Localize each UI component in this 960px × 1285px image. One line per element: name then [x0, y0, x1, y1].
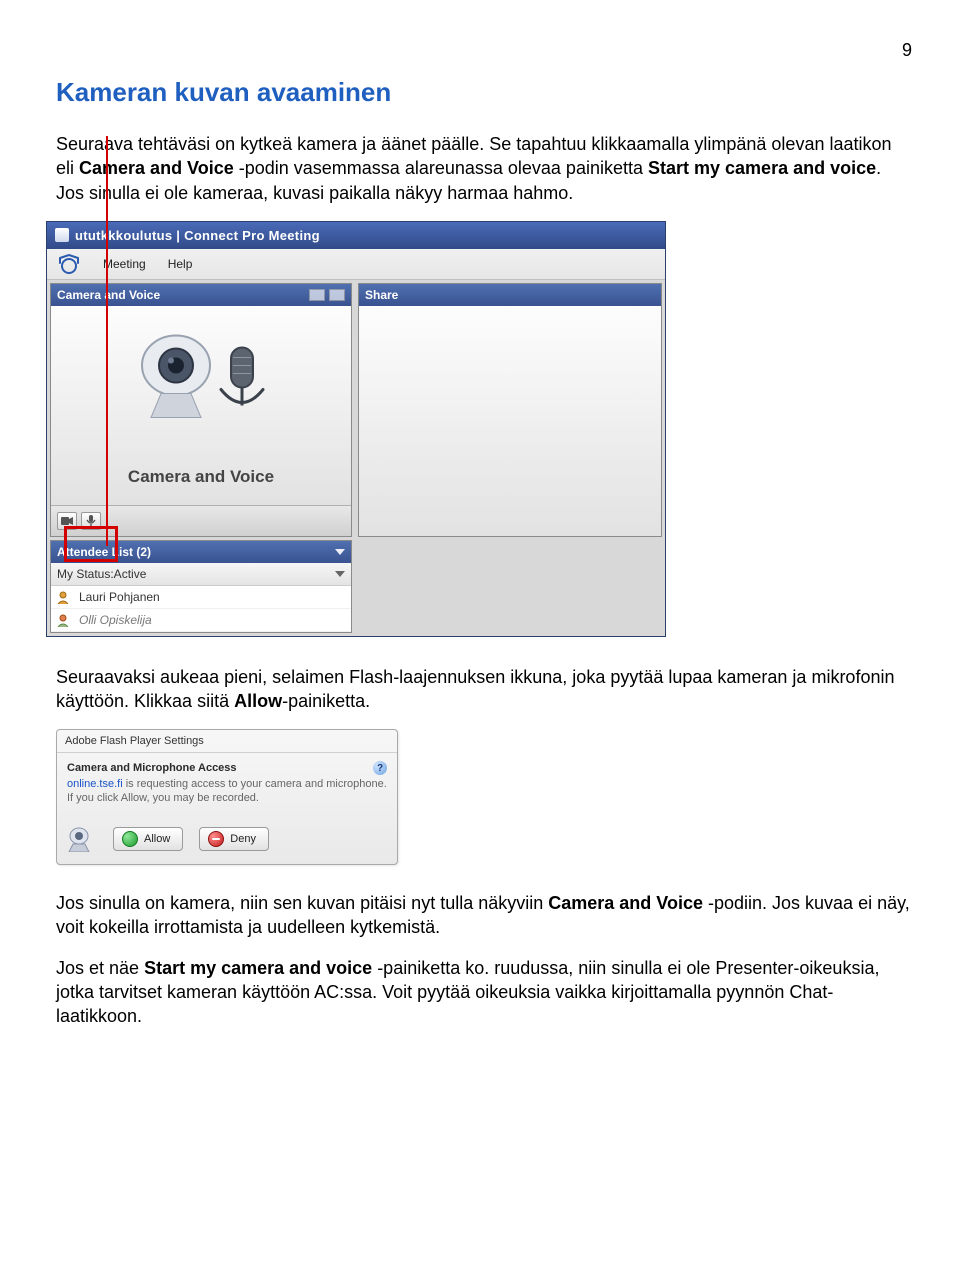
pod-title: Camera and Voice [57, 288, 160, 302]
menu-help[interactable]: Help [158, 253, 203, 275]
chevron-down-icon[interactable] [335, 549, 345, 555]
camera-icon [61, 516, 73, 526]
menu-meeting[interactable]: Meeting [93, 253, 156, 275]
callout-line [106, 136, 108, 546]
presenter-icon [57, 590, 73, 604]
dialog-buttons: Allow Deny [67, 822, 387, 856]
page-number: 9 [56, 40, 912, 61]
request-host-link: online.tse.fi [67, 778, 123, 790]
text: Jos sinulla on kamera, niin sen kuvan pi… [56, 893, 548, 913]
end-paragraph-1: Jos sinulla on kamera, niin sen kuvan pi… [56, 891, 912, 940]
text-bold: Allow [234, 691, 282, 711]
text-bold: Start my camera and voice [648, 158, 876, 178]
pod-body [359, 306, 661, 536]
attendee-name: Lauri Pohjanen [79, 590, 160, 604]
chevron-down-icon [335, 571, 345, 577]
window-titlebar: ututkkkoulutus | Connect Pro Meeting [47, 222, 665, 249]
text-bold: Camera and Voice [548, 893, 703, 913]
window-title: ututkkkoulutus | Connect Pro Meeting [75, 228, 320, 243]
attendee-list: Lauri Pohjanen Olli Opiskelija [51, 586, 351, 632]
screenshot-1: ututkkkoulutus | Connect Pro Meeting Mee… [46, 221, 686, 637]
pod-header: Share [359, 284, 661, 306]
flash-settings-dialog: Adobe Flash Player Settings Camera and M… [56, 729, 398, 865]
my-status-row[interactable]: My Status:Active [51, 563, 351, 586]
button-label: Allow [144, 833, 170, 845]
dialog-body-text: online.tse.fi is requesting access to yo… [67, 778, 387, 806]
app-icon [55, 228, 69, 242]
intro-paragraph: Seuraava tehtäväsi on kytkeä kamera ja ä… [56, 132, 912, 205]
allow-dot-icon [122, 831, 138, 847]
end-paragraph-2: Jos et näe Start my camera and voice -pa… [56, 956, 912, 1029]
page-title: Kameran kuvan avaaminen [56, 77, 912, 108]
text: Jos et näe [56, 958, 144, 978]
pod-hide-icon[interactable] [329, 289, 345, 301]
pod-caption: Camera and Voice [51, 467, 351, 487]
button-label: Deny [230, 833, 256, 845]
attendee-name: Olli Opiskelija [79, 613, 152, 627]
pod-header-controls [309, 289, 345, 301]
menu-bar: Meeting Help [47, 249, 665, 280]
allow-button[interactable]: Allow [113, 827, 183, 851]
status-label: My Status:Active [57, 567, 146, 581]
dialog-title: Adobe Flash Player Settings [57, 730, 397, 753]
pod-options-icon[interactable] [309, 289, 325, 301]
webcam-mic-illustration [121, 325, 281, 438]
participant-icon [57, 613, 73, 627]
brand-icon [55, 252, 83, 276]
dialog-subtitle-row: Camera and Microphone Access ? [67, 761, 387, 775]
deny-dot-icon [208, 831, 224, 847]
text: -podin vasemmassa alareunassa olevaa pai… [234, 158, 648, 178]
pod-header: Camera and Voice [51, 284, 351, 306]
camera-and-voice-pod: Camera and Voice [50, 283, 352, 537]
list-item[interactable]: Lauri Pohjanen [51, 586, 351, 609]
help-icon[interactable]: ? [373, 761, 387, 775]
connect-pro-app: ututkkkoulutus | Connect Pro Meeting Mee… [46, 221, 666, 637]
share-pod: Share [358, 283, 662, 537]
text: -painiketta. [282, 691, 370, 711]
middle-paragraph: Seuraavaksi aukeaa pieni, selaimen Flash… [56, 665, 912, 714]
text-bold: Start my camera and voice [144, 958, 372, 978]
text-bold: Camera and Voice [79, 158, 234, 178]
webcam-icon [67, 826, 97, 852]
dialog-subtitle: Camera and Microphone Access [67, 762, 237, 774]
pod-body: Camera and Voice [51, 306, 351, 505]
list-item[interactable]: Olli Opiskelija [51, 609, 351, 632]
deny-button[interactable]: Deny [199, 827, 269, 851]
callout-highlight-box [64, 526, 118, 562]
text: Seuraavaksi aukeaa pieni, selaimen Flash… [56, 667, 894, 711]
pod-title: Share [365, 288, 398, 302]
